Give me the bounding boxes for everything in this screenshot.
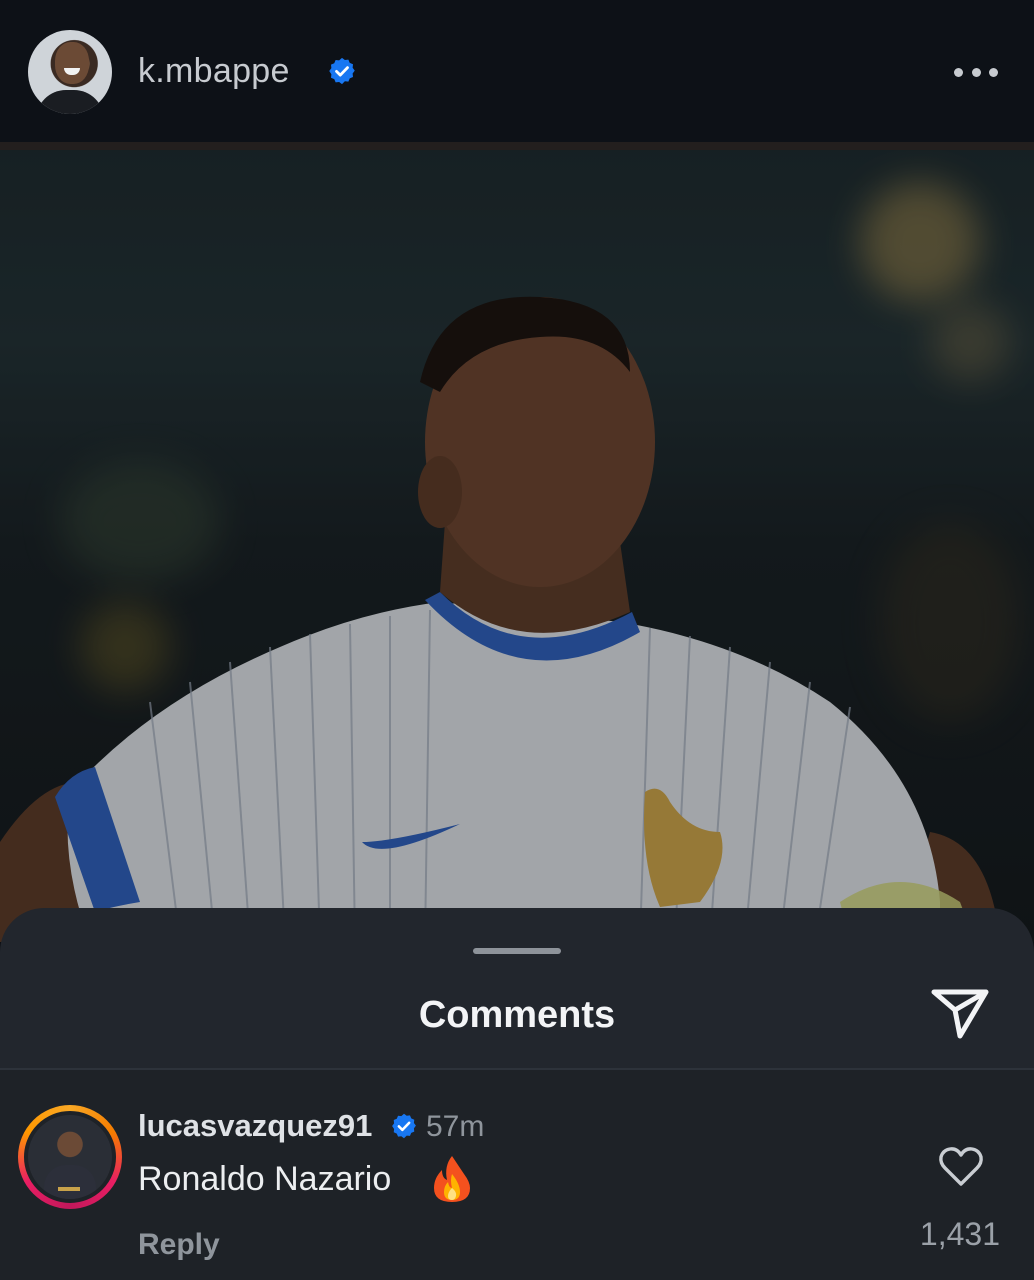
avatar-kit <box>44 1165 96 1199</box>
comment-item: lucasvazquez91 57m Ronaldo Nazario Reply… <box>0 1070 1034 1280</box>
more-dot <box>989 67 998 77</box>
avatar-shirt <box>36 90 104 114</box>
author-username[interactable]: k.mbappe <box>138 52 290 91</box>
comment-text: Ronaldo Nazario <box>138 1160 392 1198</box>
like-count: 1,431 <box>919 1216 1000 1252</box>
post-header: k.mbappe <box>0 0 1034 142</box>
post-photo[interactable] <box>0 142 1034 942</box>
verified-badge-icon <box>392 1113 416 1139</box>
sheet-title: Comments <box>418 994 616 1036</box>
commenter-username[interactable]: lucasvazquez91 <box>138 1108 372 1144</box>
send-icon[interactable] <box>928 982 992 1042</box>
fire-emoji-icon <box>434 1156 470 1202</box>
avatar-kit-stripe <box>58 1187 80 1191</box>
commenter-avatar <box>24 1111 116 1203</box>
verified-badge-icon <box>329 57 355 85</box>
more-dot <box>971 67 981 77</box>
photo-dim-overlay <box>0 142 1034 942</box>
avatar-face <box>55 42 89 84</box>
more-options-button[interactable] <box>954 62 998 82</box>
comments-sheet: Comments lucasvazquez91 57m Ronaldo Naza… <box>0 908 1034 1280</box>
post-view: k.mbappe Comments lucasvazquez91 57m Ron… <box>0 0 1034 1280</box>
story-ring[interactable] <box>18 1105 122 1209</box>
heart-outline-icon[interactable] <box>938 1146 984 1188</box>
reply-button[interactable]: Reply <box>138 1228 220 1262</box>
author-avatar[interactable] <box>28 30 112 114</box>
sheet-drag-handle[interactable] <box>473 948 561 954</box>
comment-timestamp: 57m <box>426 1110 485 1143</box>
more-dot <box>954 67 963 77</box>
